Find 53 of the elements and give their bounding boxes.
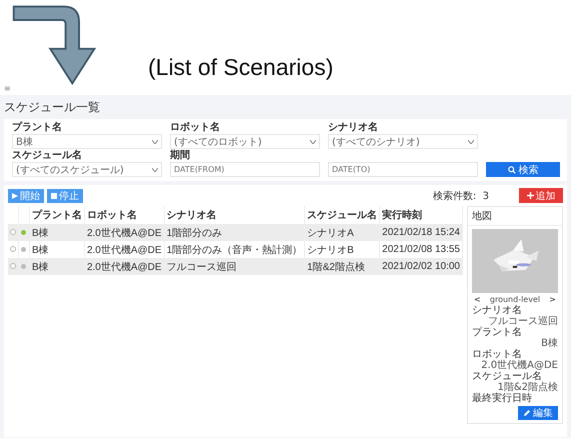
filter-label: 期間 (170, 150, 191, 161)
caret-icon (310, 140, 316, 144)
table-cell: 1階&2階点検 (304, 258, 380, 275)
table-cell: 1階部分のみ (164, 224, 305, 241)
filter-label: ロボット名 (170, 122, 221, 133)
table-cell: フルコース巡回 (164, 258, 305, 275)
panel-title: 地図 (468, 207, 562, 226)
detail-value: B棟 (541, 338, 558, 349)
detail-value: 1階&2階点検 (497, 382, 558, 393)
stop-icon (51, 192, 57, 198)
table-cell: 2.0世代機A@DE (84, 258, 164, 275)
table-cell: 2021/02/02 10:00 (380, 258, 462, 275)
detail-value: フルコース巡回 (488, 316, 558, 327)
search-icon (508, 166, 516, 174)
dropdown-field[interactable]: (すべてのロボット) (170, 134, 320, 149)
detail-label: 最終実行日時 (472, 393, 533, 404)
annotation-caption: (List of Scenarios) (148, 54, 334, 81)
caret-icon (152, 140, 158, 144)
row-radio[interactable] (10, 246, 16, 252)
table-cell: B棟 (29, 258, 84, 275)
level-name: ground-level (490, 295, 540, 304)
play-icon (12, 192, 18, 198)
table-cell: 2.0世代機A@DE (84, 224, 164, 241)
caret-icon (152, 168, 158, 172)
filter-label: スケジュール名 (12, 150, 83, 161)
pencil-icon (523, 409, 531, 417)
row-radio[interactable] (10, 229, 16, 235)
dropdown-field[interactable]: (すべてのシナリオ) (328, 134, 478, 149)
row-radio[interactable] (10, 263, 16, 269)
table-cell: 2021/02/18 15:24 (380, 224, 462, 241)
edit-button[interactable]: 編集 (518, 406, 558, 420)
dropdown-field[interactable]: B棟 (12, 134, 162, 149)
filter-label: シナリオ名 (328, 122, 379, 133)
detail-label: ロボット名 (472, 349, 522, 360)
result-count: 検索件数: 3 (432, 190, 489, 202)
date-field[interactable]: DATE(FROM) (170, 162, 320, 177)
menu-icon[interactable]: ≡ (4, 84, 11, 93)
plus-icon (526, 192, 534, 199)
detail-label: シナリオ名 (472, 305, 523, 316)
date-field[interactable]: DATE(TO) (328, 162, 478, 177)
filter-label: プラント名 (12, 122, 63, 133)
detail-label: プラント名 (472, 327, 523, 338)
dropdown-field[interactable]: (すべてのスケジュール) (12, 162, 162, 177)
page-title: スケジュール一覧 (4, 99, 101, 116)
add-button[interactable]: 追加 (519, 188, 563, 203)
table-cell: B棟 (29, 224, 84, 241)
previous-level-button[interactable]: < (474, 295, 481, 304)
caret-icon (468, 140, 474, 144)
detail-label: スケジュール名 (472, 371, 542, 382)
search-button[interactable]: 検索 (486, 162, 560, 177)
next-level-button[interactable]: > (549, 295, 556, 304)
table-cell: シナリオA (304, 224, 380, 241)
detail-value: 2.0世代機A@DE (481, 360, 558, 371)
